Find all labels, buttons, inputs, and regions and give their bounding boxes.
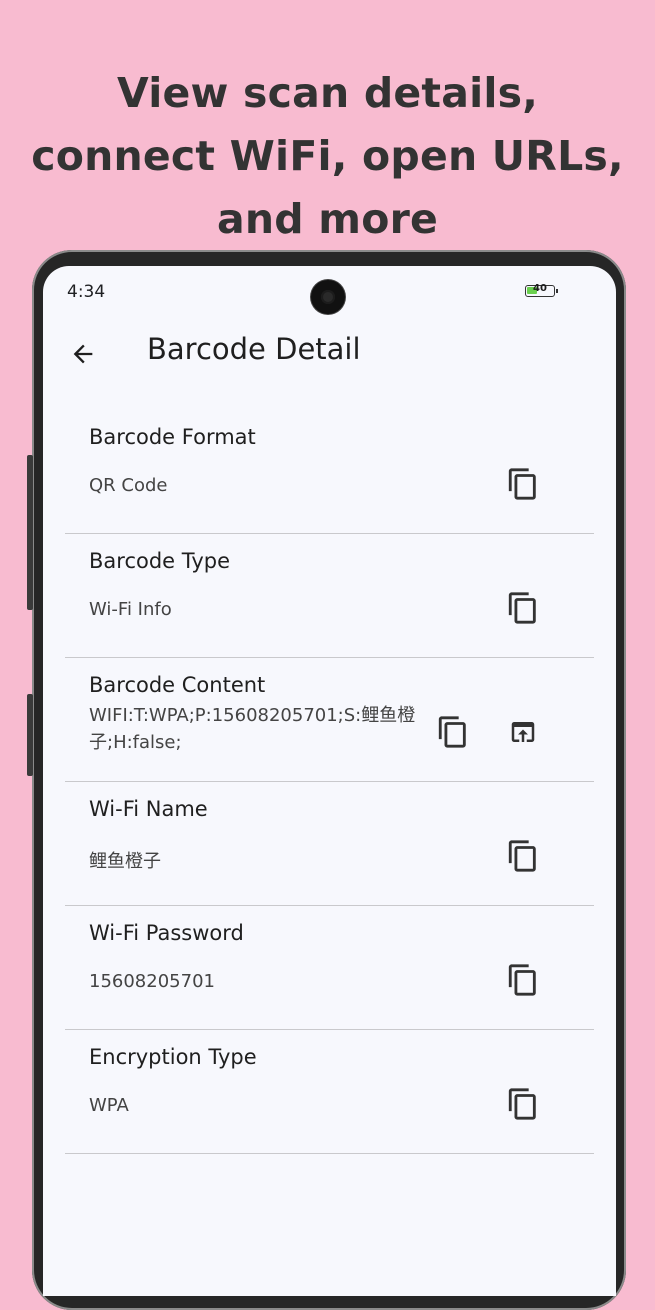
copy-button[interactable] — [501, 834, 545, 878]
detail-item-barcode-content: Barcode Content WIFI:T:WPA;P:15608205701… — [65, 658, 594, 782]
detail-label: Encryption Type — [89, 1045, 257, 1069]
status-time: 4:34 — [67, 282, 106, 302]
detail-item-wifi-password: Wi-Fi Password 15608205701 — [65, 906, 594, 1030]
copy-button[interactable] — [501, 586, 545, 630]
page-title: Barcode Detail — [147, 332, 361, 366]
detail-label: Wi-Fi Name — [89, 797, 208, 821]
detail-label: Barcode Format — [89, 425, 256, 449]
copy-icon — [508, 592, 536, 624]
battery-icon: 40 — [525, 283, 558, 297]
promo-line-2: connect WiFi, open URLs, — [31, 132, 624, 180]
phone-side-button-volume — [27, 455, 33, 610]
open-in-app-icon — [511, 722, 535, 742]
front-camera — [311, 280, 345, 314]
detail-item-barcode-type: Barcode Type Wi-Fi Info — [65, 534, 594, 658]
battery-level: 40 — [533, 283, 547, 294]
detail-item-barcode-format: Barcode Format QR Code — [65, 410, 594, 534]
detail-value: 鲤鱼橙子 — [89, 851, 161, 872]
copy-icon — [438, 716, 466, 748]
copy-button[interactable] — [431, 710, 475, 754]
copy-icon — [508, 964, 536, 996]
copy-button[interactable] — [501, 462, 545, 506]
promo-line-3: and more — [217, 195, 438, 243]
detail-item-encryption-type: Encryption Type WPA — [65, 1030, 594, 1154]
detail-value: WPA — [89, 1095, 129, 1116]
copy-button[interactable] — [501, 1082, 545, 1126]
back-button[interactable] — [63, 334, 103, 374]
detail-label: Barcode Content — [89, 673, 266, 697]
copy-icon — [508, 840, 536, 872]
copy-icon — [508, 468, 536, 500]
copy-button[interactable] — [501, 958, 545, 1002]
detail-list: Barcode Format QR Code Barcode Type Wi-F… — [65, 410, 594, 1154]
detail-item-wifi-name: Wi-Fi Name 鲤鱼橙子 — [65, 782, 594, 906]
phone-screen: 4:34 40 Barcode Detail Barcode Format QR… — [43, 266, 616, 1296]
open-button[interactable] — [501, 710, 545, 754]
detail-value: WIFI:T:WPA;P:15608205701;S:鲤鱼橙子;H:false; — [89, 705, 416, 753]
detail-label: Wi-Fi Password — [89, 921, 244, 945]
detail-label: Barcode Type — [89, 549, 231, 573]
arrow-back-icon — [73, 344, 93, 364]
promo-line-1: View scan details, — [117, 69, 538, 117]
detail-value: 15608205701 — [89, 971, 215, 992]
detail-value: QR Code — [89, 475, 168, 496]
phone-side-button-power — [27, 694, 33, 776]
copy-icon — [508, 1088, 536, 1120]
detail-value: Wi-Fi Info — [89, 599, 172, 620]
promo-caption: View scan details, connect WiFi, open UR… — [0, 62, 655, 251]
